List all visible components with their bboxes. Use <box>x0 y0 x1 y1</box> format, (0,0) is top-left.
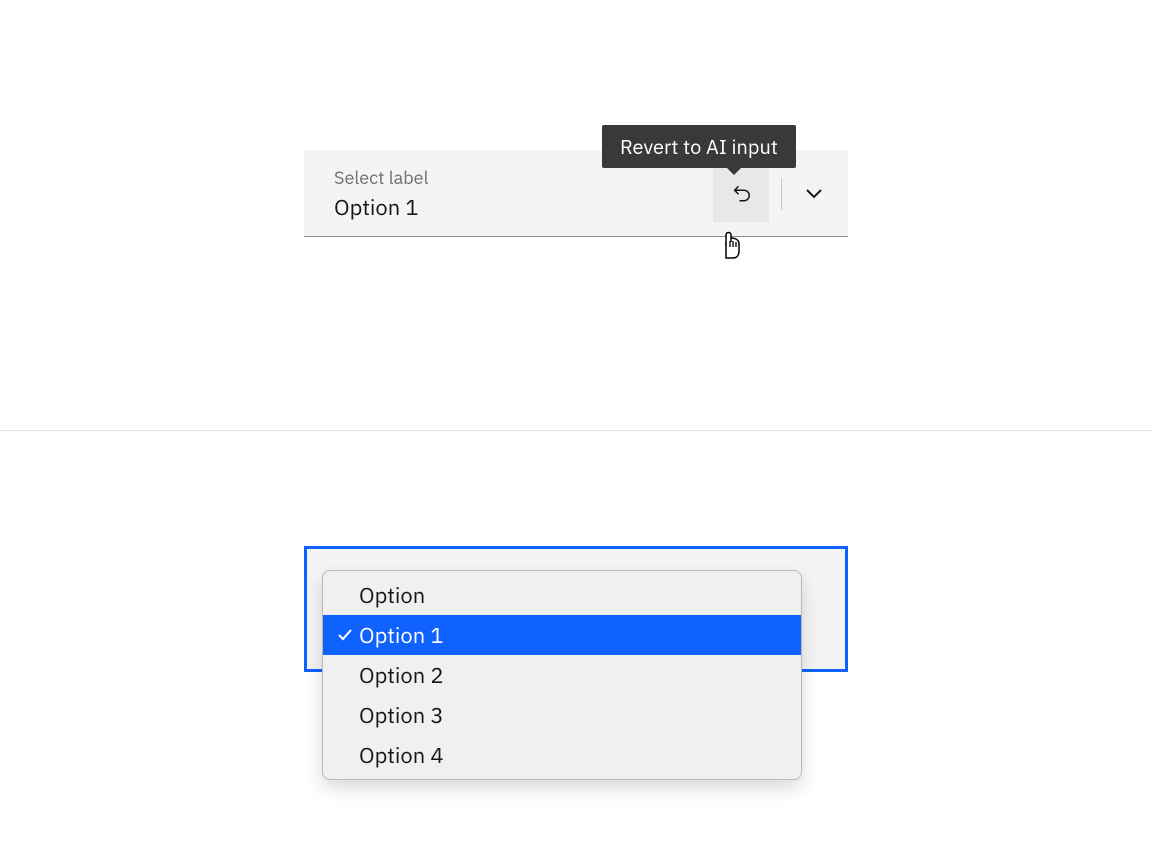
section-divider <box>0 430 1152 431</box>
dropdown-selected-value: Option 1 <box>334 193 713 222</box>
option-item[interactable]: Option 3 <box>323 695 801 735</box>
option-item[interactable]: Option 2 <box>323 655 801 695</box>
revert-button[interactable] <box>713 166 769 222</box>
option-label: Option <box>359 581 425 610</box>
option-item[interactable]: Option 4 <box>323 735 801 775</box>
option-label: Option 3 <box>359 701 444 730</box>
checkmark-icon <box>333 627 357 643</box>
option-label: Option 4 <box>359 741 444 770</box>
option-label: Option 1 <box>359 621 444 650</box>
undo-icon <box>729 182 753 206</box>
action-divider <box>781 178 782 210</box>
dropdown-toggle-button[interactable] <box>794 174 834 214</box>
dropdown-label: Select label <box>334 166 713 189</box>
revert-tooltip: Revert to AI input <box>602 125 796 168</box>
option-label: Option 2 <box>359 661 444 690</box>
chevron-down-icon <box>804 184 824 204</box>
option-item-selected[interactable]: Option 1 <box>323 615 801 655</box>
option-item[interactable]: Option <box>323 575 801 615</box>
dropdown-text-group: Select label Option 1 <box>334 166 713 222</box>
options-listbox[interactable]: Option Option 1 Option 2 Option 3 Option… <box>322 570 802 780</box>
